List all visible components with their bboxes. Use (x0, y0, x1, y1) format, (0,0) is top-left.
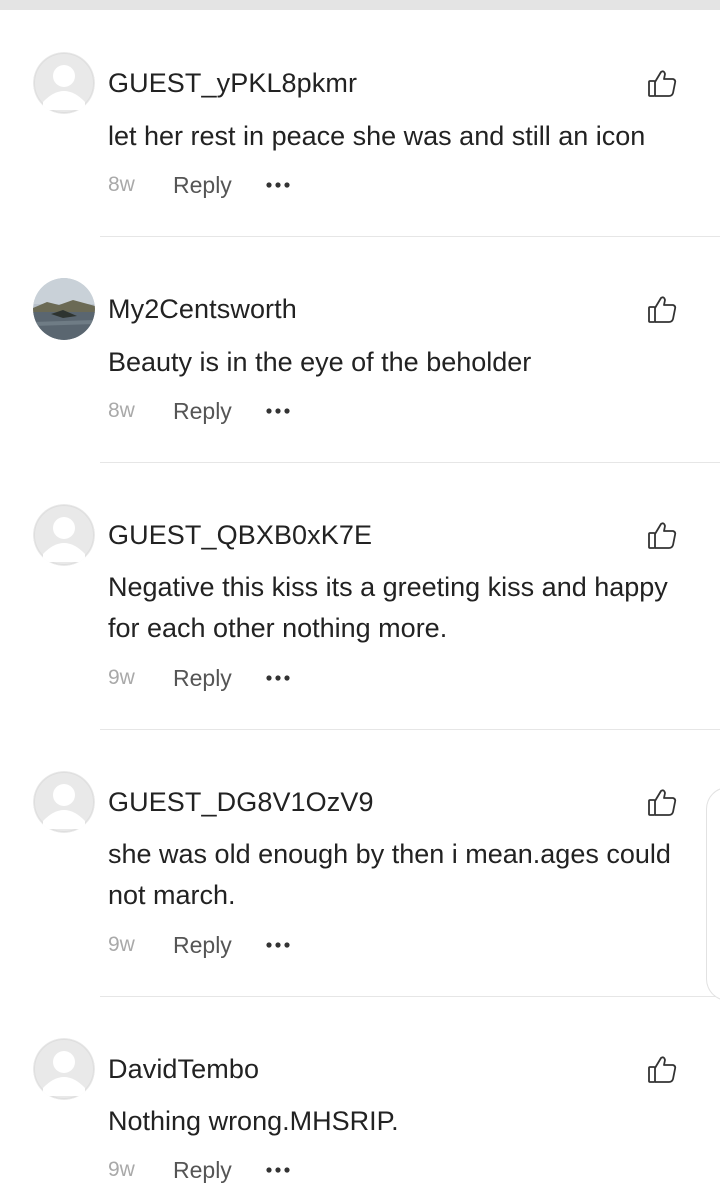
more-dots-icon[interactable] (265, 936, 291, 954)
username[interactable]: GUEST_QBXB0xK7E (108, 520, 372, 551)
comment-text: let her rest in peace she was and still … (108, 121, 646, 151)
username[interactable]: GUEST_yPKL8pkmr (108, 68, 357, 99)
timestamp: 8w (108, 173, 135, 196)
thumbs-up-icon[interactable] (645, 1052, 679, 1086)
side-panel-handle[interactable] (706, 787, 720, 1001)
comment-meta: 9w Reply (108, 663, 291, 693)
default-avatar-icon[interactable] (33, 504, 95, 566)
reply-button[interactable]: Reply (173, 398, 265, 425)
username[interactable]: DavidTembo (108, 1054, 259, 1085)
thumbs-up-icon[interactable] (645, 785, 679, 819)
timestamp: 8w (108, 399, 135, 422)
thumbs-up-icon[interactable] (645, 66, 679, 100)
comment-text: she was old enough by then i mean.ages c… (108, 839, 671, 910)
top-edge (0, 0, 720, 10)
comment-meta: 8w Reply (108, 396, 291, 426)
reply-button[interactable]: Reply (173, 172, 265, 199)
more-dots-icon[interactable] (265, 402, 291, 420)
username[interactable]: GUEST_DG8V1OzV9 (108, 787, 374, 818)
username[interactable]: My2Centsworth (108, 294, 297, 325)
more-dots-icon[interactable] (265, 1161, 291, 1179)
comment-text: Nothing wrong.MHSRIP. (108, 1106, 399, 1136)
thumbs-up-icon[interactable] (645, 518, 679, 552)
default-avatar-icon[interactable] (33, 771, 95, 833)
timestamp: 9w (108, 1158, 135, 1181)
default-avatar-icon[interactable] (33, 1038, 95, 1100)
timestamp: 9w (108, 666, 135, 689)
divider (100, 236, 720, 237)
thumbs-up-icon[interactable] (645, 292, 679, 326)
landscape-photo-avatar[interactable] (33, 278, 95, 340)
reply-button[interactable]: Reply (173, 1157, 265, 1184)
comment-text: Beauty is in the eye of the beholder (108, 347, 532, 377)
more-dots-icon[interactable] (265, 176, 291, 194)
timestamp: 9w (108, 933, 135, 956)
comment-meta: 9w Reply (108, 1155, 291, 1185)
comment-meta: 8w Reply (108, 170, 291, 200)
more-dots-icon[interactable] (265, 669, 291, 687)
reply-button[interactable]: Reply (173, 665, 265, 692)
divider (100, 996, 720, 997)
default-avatar-icon[interactable] (33, 52, 95, 114)
comment-text: Negative this kiss its a greeting kiss a… (108, 572, 668, 643)
comment-meta: 9w Reply (108, 930, 291, 960)
reply-button[interactable]: Reply (173, 932, 265, 959)
divider (100, 462, 720, 463)
divider (100, 729, 720, 730)
